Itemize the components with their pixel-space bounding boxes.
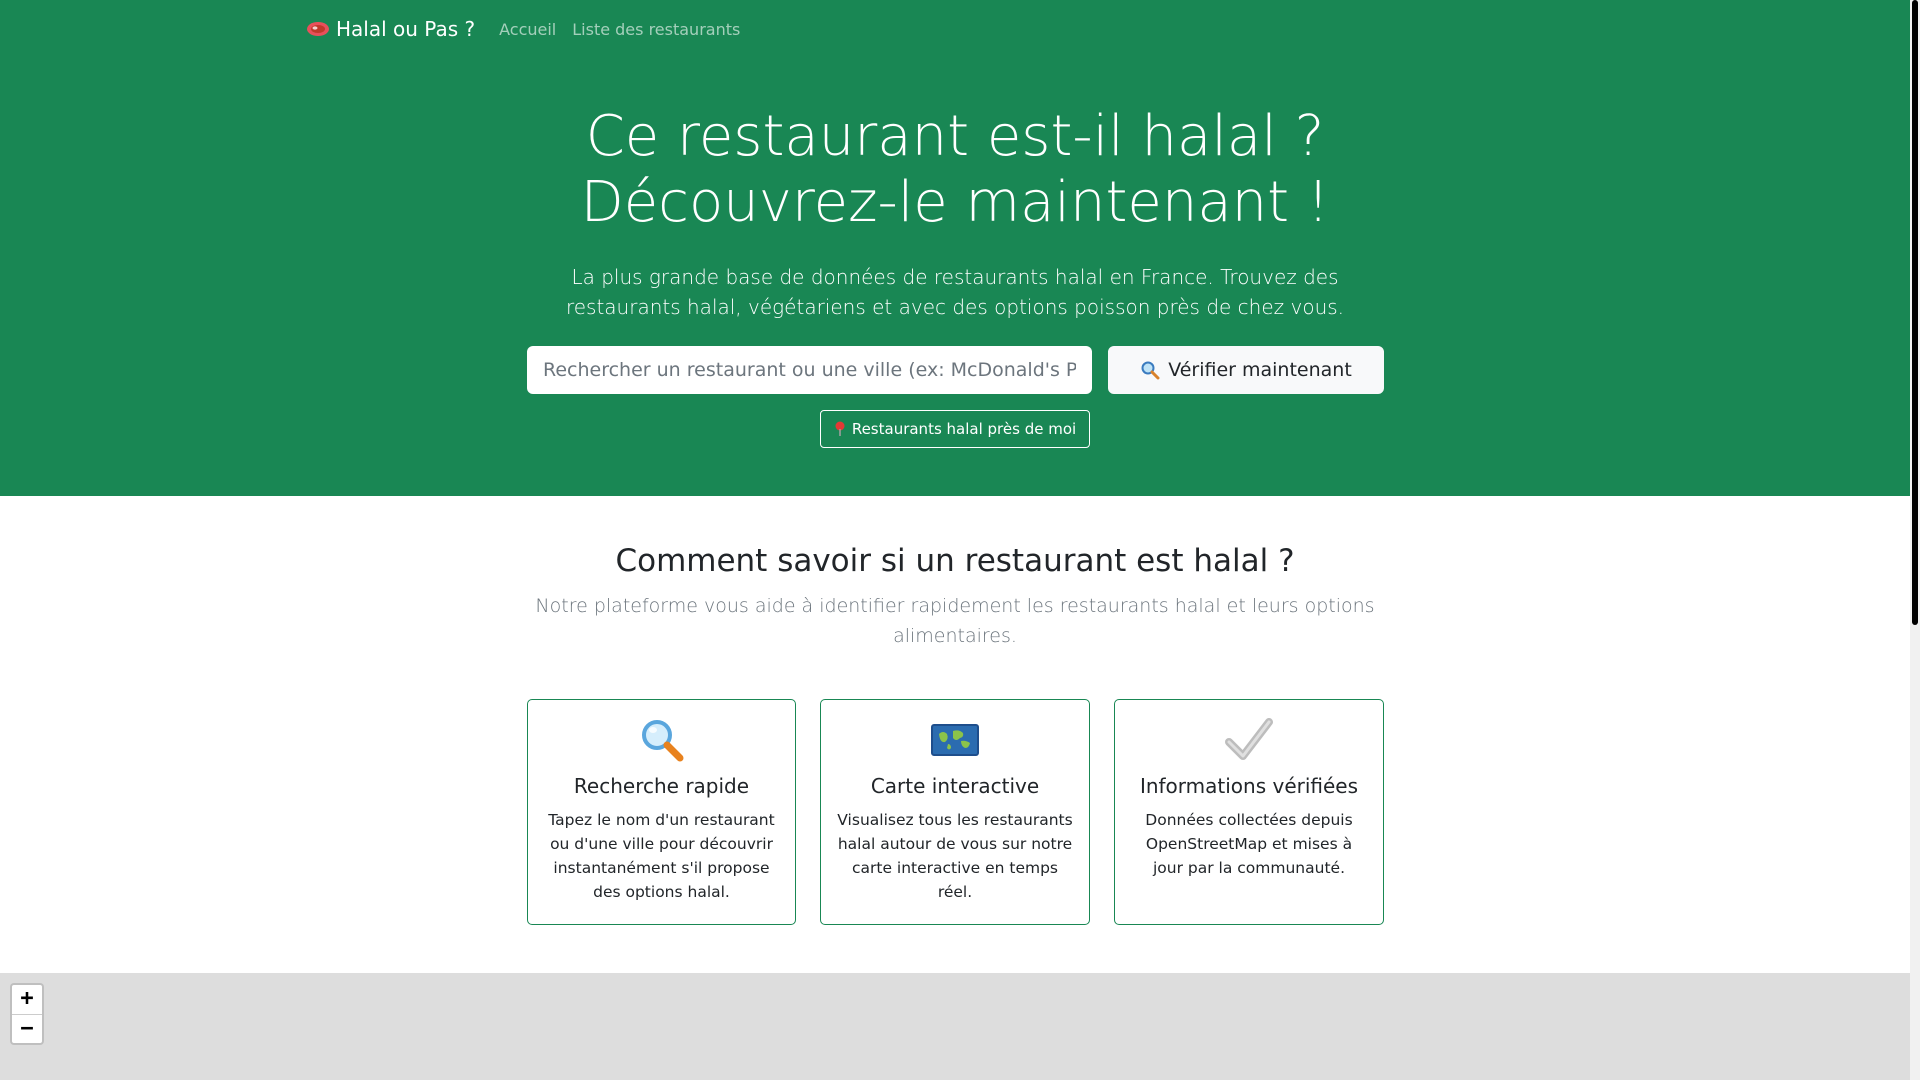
feature-card-text: Tapez le nom d'un restaurant ou d'une vi… — [548, 811, 775, 901]
hero-title: Ce restaurant est-il halal ? Découvrez-l… — [0, 104, 1910, 236]
navbar: Halal ou Pas ? Accueil Liste des restaur… — [306, 14, 756, 44]
interactive-map[interactable]: + − — [0, 973, 1910, 1080]
meat-icon — [306, 21, 330, 37]
brand-name: Halal ou Pas ? — [336, 17, 476, 41]
map-zoom-control: + − — [10, 983, 44, 1045]
features-subtitle: Notre plateforme vous aide à identifier … — [535, 595, 1375, 647]
page: Halal ou Pas ? Accueil Liste des restaur… — [0, 0, 1910, 1080]
feature-card-text: Données collectées depuis OpenStreetMap … — [1145, 811, 1353, 877]
verify-button-label: Vérifier maintenant — [1168, 359, 1352, 381]
magnifier-icon — [542, 716, 781, 764]
hero-title-line2: Découvrez-le maintenant ! — [580, 170, 1330, 235]
feature-card-verified: Informations vérifiées Données collectée… — [1114, 699, 1384, 925]
feature-card-search: Recherche rapide Tapez le nom d'un resta… — [527, 699, 796, 925]
verify-button[interactable]: Vérifier maintenant — [1108, 346, 1384, 394]
map-pin-icon — [834, 421, 846, 437]
search-icon — [1140, 360, 1160, 380]
nav-link-restaurants[interactable]: Liste des restaurants — [572, 20, 740, 39]
feature-card-text: Visualisez tous les restaurants halal au… — [837, 811, 1073, 901]
brand-link[interactable]: Halal ou Pas ? — [306, 17, 475, 41]
hero-section: Halal ou Pas ? Accueil Liste des restaur… — [0, 0, 1910, 496]
nearby-button-label: Restaurants halal près de moi — [851, 420, 1077, 438]
feature-card-title: Recherche rapide — [573, 774, 750, 798]
feature-card-title: Informations vérifiées — [1139, 774, 1359, 798]
features-title: Comment savoir si un restaurant est hala… — [615, 543, 1295, 579]
nearby-restaurants-button[interactable]: Restaurants halal près de moi — [820, 410, 1090, 448]
nav-link-home[interactable]: Accueil — [499, 20, 556, 39]
search-input[interactable] — [527, 346, 1092, 394]
feature-card-title: Carte interactive — [870, 774, 1040, 798]
zoom-in-button[interactable]: + — [12, 985, 42, 1014]
world-map-icon — [835, 716, 1075, 764]
check-mark-icon — [1129, 716, 1369, 764]
hero-subtitle: La plus grande base de données de restau… — [565, 265, 1345, 319]
hero-title-line1: Ce restaurant est-il halal ? — [585, 104, 1325, 169]
feature-card-map: Carte interactive Visualisez tous les re… — [820, 699, 1090, 925]
zoom-out-button[interactable]: − — [12, 1014, 42, 1043]
scrollbar-thumb[interactable] — [1912, 0, 1918, 625]
